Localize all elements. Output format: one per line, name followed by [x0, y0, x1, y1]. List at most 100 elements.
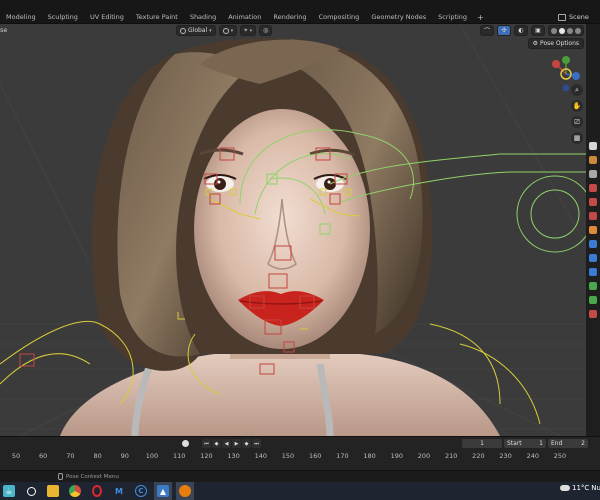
- scene-selector[interactable]: Scene: [558, 10, 600, 24]
- start-frame-field[interactable]: Start 1: [504, 439, 546, 448]
- opera-icon[interactable]: [88, 482, 106, 500]
- current-frame-field[interactable]: 1: [462, 439, 502, 448]
- particle-properties-icon[interactable]: [589, 254, 597, 262]
- tab-geometry-nodes[interactable]: Geometry Nodes: [365, 10, 432, 24]
- data-properties-icon[interactable]: [589, 282, 597, 290]
- overlay-toggle[interactable]: ◐: [514, 25, 528, 36]
- tab-rendering[interactable]: Rendering: [267, 10, 312, 24]
- frame-tick-label: 100: [145, 452, 159, 460]
- start-value: 1: [539, 440, 543, 447]
- 3d-viewport[interactable]: se Global ▾ ▾ ⌖ ▾ ◎ ⌒ ✣ ◐ ▣ ⚙ Pose Optio…: [0, 24, 586, 436]
- prev-keyframe-icon[interactable]: ◆: [212, 439, 221, 448]
- modifier-properties-icon[interactable]: [589, 240, 597, 248]
- frame-tick-label: 190: [390, 452, 404, 460]
- grid-view-icon[interactable]: ▦: [571, 132, 583, 144]
- tool-properties-icon[interactable]: [589, 142, 597, 150]
- tab-sculpting[interactable]: Sculpting: [42, 10, 84, 24]
- camera-view-icon[interactable]: ⎚: [571, 116, 583, 128]
- physics-properties-icon[interactable]: [589, 268, 597, 276]
- gizmo-x-axis: [552, 60, 560, 68]
- pivot-point-dropdown[interactable]: ▾: [218, 25, 238, 36]
- jump-start-icon[interactable]: ⏮: [202, 439, 211, 448]
- tab-texture-paint[interactable]: Texture Paint: [130, 10, 184, 24]
- global-axis-icon: [180, 27, 186, 34]
- bone-properties-icon[interactable]: [589, 296, 597, 304]
- tab-shading[interactable]: Shading: [184, 10, 222, 24]
- chevron-down-icon: ▾: [230, 27, 234, 34]
- frame-tick-label: 200: [417, 452, 431, 460]
- tab-uv-editing[interactable]: UV Editing: [84, 10, 130, 24]
- workspace-bar: Modeling Sculpting UV Editing Texture Pa…: [0, 0, 600, 24]
- transform-orientation-dropdown[interactable]: Global ▾: [176, 25, 216, 36]
- frame-tick-label: 80: [93, 452, 102, 460]
- visibility-dropdown[interactable]: ⌒: [480, 25, 494, 36]
- pan-hand-icon[interactable]: ✋: [571, 100, 583, 112]
- header-left-stub[interactable]: se: [0, 26, 7, 34]
- end-frame-field[interactable]: End 2: [548, 439, 588, 448]
- search-circle-icon[interactable]: [22, 482, 40, 500]
- chrome-icon[interactable]: [66, 482, 84, 500]
- view-layer-icon[interactable]: [589, 184, 597, 192]
- tab-compositing[interactable]: Compositing: [313, 10, 366, 24]
- timeline[interactable]: ⏮ ◆ ◀ ▶ ◆ ⏭ 1 Start 1 End 2 50 60 70 80 90 10…: [0, 436, 600, 470]
- play-icon[interactable]: ▶: [232, 439, 241, 448]
- workspace-tabs: Modeling Sculpting UV Editing Texture Pa…: [0, 10, 488, 24]
- material-properties-icon[interactable]: [589, 310, 597, 318]
- scene-properties-icon[interactable]: [589, 198, 597, 206]
- material-shading-icon[interactable]: [567, 27, 573, 34]
- playback-controls: ⏮ ◆ ◀ ▶ ◆ ⏭: [202, 439, 261, 448]
- frame-tick-label: 70: [66, 452, 75, 460]
- snap-dropdown[interactable]: ⌖ ▾: [240, 25, 257, 36]
- zoom-icon[interactable]: ⌕: [571, 84, 583, 96]
- frame-tick-label: 50: [11, 452, 21, 460]
- auto-keying-icon[interactable]: [182, 440, 189, 447]
- pose-options-label: Pose Options: [540, 40, 579, 47]
- cloud-icon: [560, 485, 570, 491]
- play-reverse-icon[interactable]: ◀: [222, 439, 231, 448]
- tab-animation[interactable]: Animation: [222, 10, 267, 24]
- frame-tick-label: 110: [172, 452, 186, 460]
- world-properties-icon[interactable]: [589, 212, 597, 220]
- frame-tick-label: 60: [39, 452, 48, 460]
- gizmo-toggle[interactable]: ✣: [497, 25, 511, 36]
- blender-icon[interactable]: [176, 482, 194, 500]
- file-explorer-icon[interactable]: [44, 482, 62, 500]
- next-keyframe-icon[interactable]: ◆: [242, 439, 251, 448]
- gizmo-icon: ✣: [501, 27, 507, 34]
- rendered-shading-icon[interactable]: [575, 27, 581, 34]
- object-properties-icon[interactable]: [589, 226, 597, 234]
- proportional-edit-button[interactable]: ◎: [259, 25, 273, 36]
- shading-mode-group: [548, 25, 584, 36]
- photo-app-icon[interactable]: ▲: [154, 482, 172, 500]
- tab-modeling[interactable]: Modeling: [0, 10, 42, 24]
- weather-temp: 11°C: [572, 484, 590, 492]
- weather-extra: Nu: [591, 484, 600, 492]
- tab-scripting[interactable]: Scripting: [432, 10, 473, 24]
- cup-app-icon[interactable]: ☕: [0, 482, 18, 500]
- ccleaner-icon[interactable]: C: [132, 482, 150, 500]
- pose-options-dropdown[interactable]: ⚙ Pose Options: [527, 38, 584, 49]
- viewport-canvas: [0, 24, 586, 436]
- frame-ruler[interactable]: 50 60 70 80 90 100 110 120 130 140 150 160 170 180 190…: [0, 451, 600, 469]
- wireframe-shading-icon[interactable]: [551, 27, 557, 34]
- end-label: End: [551, 440, 563, 447]
- frame-tick-label: 180: [363, 452, 376, 460]
- add-workspace-button[interactable]: +: [473, 13, 488, 22]
- snap-icon: ⌖: [244, 26, 248, 34]
- gizmo-z-axis: [572, 72, 580, 80]
- overlay-icon: ◐: [518, 27, 524, 34]
- output-properties-icon[interactable]: [589, 170, 597, 178]
- frame-tick-label: 90: [120, 452, 129, 460]
- render-properties-icon[interactable]: [589, 156, 597, 164]
- solid-shading-icon[interactable]: [559, 27, 565, 34]
- timeline-controls: ⏮ ◆ ◀ ▶ ◆ ⏭ 1 Start 1 End 2: [0, 439, 600, 449]
- jump-end-icon[interactable]: ⏭: [252, 439, 261, 448]
- xray-toggle[interactable]: ▣: [531, 25, 545, 36]
- viewport-header: se Global ▾ ▾ ⌖ ▾ ◎ ⌒ ✣ ◐ ▣ ⚙ Pose Optio…: [0, 24, 586, 49]
- shoulders: [60, 354, 500, 436]
- malwarebytes-icon[interactable]: M: [110, 482, 128, 500]
- pose-options-icon: ⚙: [532, 40, 539, 47]
- chevron-down-icon: ▾: [249, 27, 253, 34]
- weather-widget[interactable]: 11°C Nu: [560, 484, 600, 492]
- chevron-down-icon: ▾: [209, 27, 212, 34]
